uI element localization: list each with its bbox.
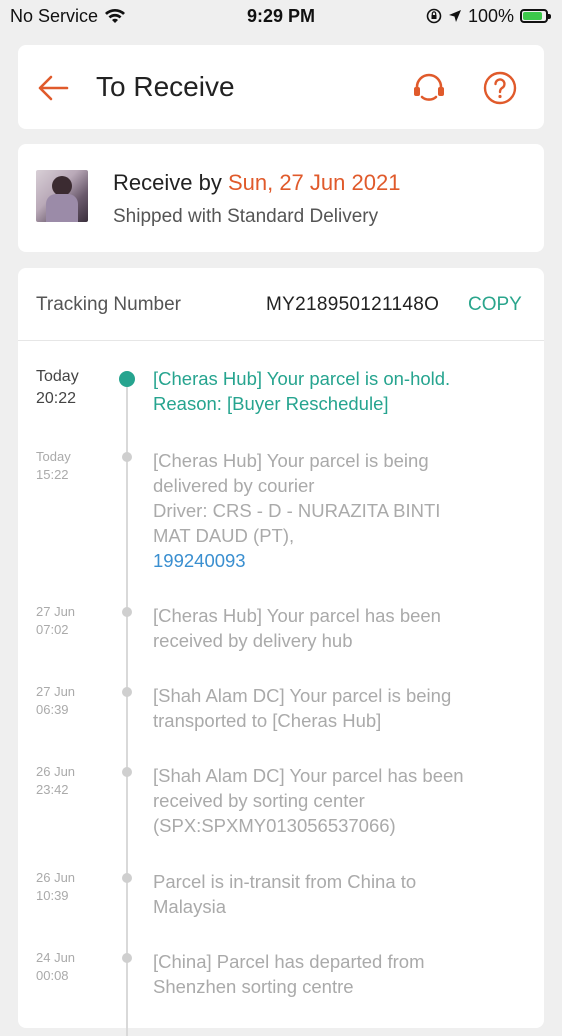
event-description: [Shah Alam DC] Your parcel has been rece…	[153, 763, 523, 838]
location-arrow-icon	[448, 10, 461, 22]
receive-by-line: Receive by Sun, 27 Jun 2021	[113, 170, 400, 196]
event-line: Reason: [Buyer Reschedule]	[153, 393, 389, 414]
battery-icon	[520, 9, 551, 23]
event-description: [Cheras Hub] Your parcel is on-hold. Rea…	[153, 366, 523, 416]
event-date: 27 Jun	[36, 604, 76, 619]
event-datetime: 24 Jun 00:08	[36, 949, 106, 985]
timeline-dot	[122, 687, 132, 697]
event-description: Parcel is in-transit from China to Malay…	[153, 869, 523, 919]
event-date: Today	[36, 449, 71, 464]
event-description: [Cheras Hub] Your parcel has been receiv…	[153, 603, 523, 653]
event-line: Driver: CRS - D - NURAZITA BINTI	[153, 500, 441, 521]
question-circle-icon[interactable]	[481, 69, 519, 107]
divider	[18, 340, 544, 341]
event-line: [Cheras Hub] Your parcel is on-hold.	[153, 368, 451, 389]
event-line: Parcel is in-transit from China to	[153, 871, 417, 892]
timeline-dot-active	[119, 371, 135, 387]
event-description: [Shah Alam DC] Your parcel is being tran…	[153, 683, 523, 733]
event-datetime: 27 Jun 06:39	[36, 683, 106, 719]
event-time: 07:02	[36, 622, 69, 637]
status-left: No Service	[0, 6, 126, 27]
event-datetime: 26 Jun 23:42	[36, 763, 106, 799]
event-date: 26 Jun	[36, 764, 76, 779]
status-bar: No Service 9:29 PM 100%	[0, 0, 562, 32]
event-line: received by delivery hub	[153, 630, 353, 651]
timeline-line	[126, 376, 128, 1036]
timeline-dot	[122, 452, 132, 462]
event-line: [Shah Alam DC] Your parcel has been	[153, 765, 464, 786]
event-datetime: Today 15:22	[36, 448, 106, 484]
tracking-number-value: MY218950121148O	[266, 294, 440, 315]
event-line: MAT DAUD (PT),	[153, 525, 295, 546]
event-time: 23:42	[36, 782, 69, 797]
event-datetime: Today 20:22	[36, 366, 106, 410]
event-line: Shenzhen sorting centre	[153, 976, 354, 997]
event-line: transported to [Cheras Hub]	[153, 710, 382, 731]
event-datetime: 26 Jun 10:39	[36, 869, 106, 905]
tracking-card: Tracking Number MY218950121148O COPY Tod…	[18, 268, 544, 1036]
product-thumbnail	[36, 170, 88, 222]
battery-percent: 100%	[467, 5, 514, 26]
back-arrow-icon[interactable]	[36, 71, 70, 105]
status-right: 100%	[426, 6, 562, 27]
copy-button[interactable]: COPY	[468, 294, 522, 316]
event-date: Today	[36, 368, 79, 385]
receive-by-date: Sun, 27 Jun 2021	[227, 170, 401, 195]
event-date: 24 Jun	[36, 950, 76, 965]
tracking-number-label: Tracking Number	[36, 294, 182, 315]
timeline-dot	[122, 767, 132, 777]
timeline-dot	[122, 873, 132, 883]
timeline-dot	[122, 953, 132, 963]
header-bar: To Receive	[18, 45, 544, 129]
event-description: [Cheras Hub] Your parcel is being delive…	[153, 448, 523, 573]
event-line: received by sorting center	[153, 790, 365, 811]
headset-icon[interactable]	[410, 69, 448, 107]
event-time: 20:22	[36, 390, 77, 407]
event-line: delivered by courier	[153, 475, 315, 496]
event-line: [Cheras Hub] Your parcel has been	[153, 605, 441, 626]
delivery-summary-card[interactable]: Receive by Sun, 27 Jun 2021 Shipped with…	[18, 144, 544, 252]
event-time: 06:39	[36, 702, 69, 717]
carrier-label: No Service	[10, 5, 99, 26]
event-time: 00:08	[36, 968, 69, 983]
timeline-dot	[122, 607, 132, 617]
driver-phone-link[interactable]: 199240093	[153, 548, 523, 573]
orientation-lock-icon	[426, 8, 442, 24]
shipping-method: Shipped with Standard Delivery	[113, 206, 379, 227]
receive-by-prefix: Receive by	[113, 170, 228, 195]
event-line: [Cheras Hub] Your parcel is being	[153, 450, 429, 471]
event-description: [China] Parcel has departed from Shenzhe…	[153, 949, 523, 999]
event-date: 27 Jun	[36, 684, 76, 699]
page-title: To Receive	[96, 71, 235, 102]
event-datetime: 27 Jun 07:02	[36, 603, 106, 639]
event-date: 26 Jun	[36, 870, 76, 885]
event-time: 10:39	[36, 888, 69, 903]
event-line: [China] Parcel has departed from	[153, 951, 425, 972]
event-time: 15:22	[36, 467, 69, 482]
wifi-icon	[105, 9, 126, 23]
event-line: [Shah Alam DC] Your parcel is being	[153, 685, 452, 706]
event-line: (SPX:SPXMY013056537066)	[153, 815, 396, 836]
event-line: Malaysia	[153, 896, 226, 917]
